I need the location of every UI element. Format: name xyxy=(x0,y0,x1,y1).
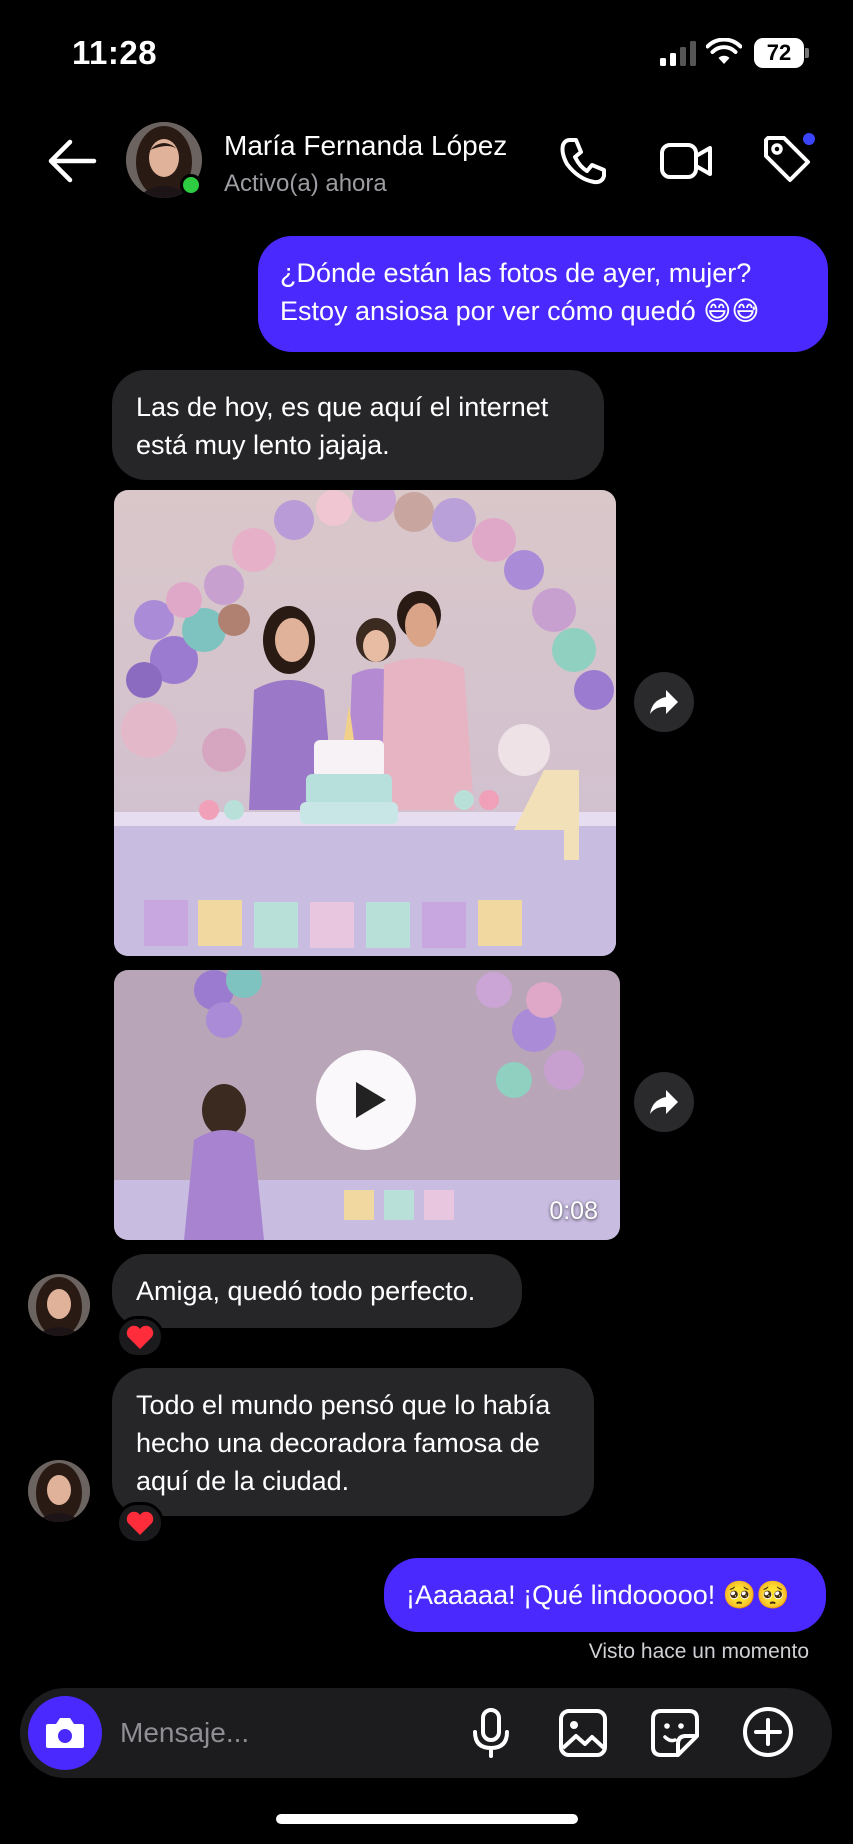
sender-avatar[interactable] xyxy=(28,1274,90,1336)
message-composer xyxy=(20,1688,832,1778)
play-button[interactable] xyxy=(316,1050,416,1150)
camera-icon xyxy=(46,1718,84,1748)
video-camera-icon[interactable] xyxy=(658,136,714,186)
phone-icon[interactable] xyxy=(556,134,610,188)
notification-dot xyxy=(800,130,818,148)
heart-icon xyxy=(126,1511,154,1535)
online-indicator xyxy=(180,174,202,196)
heart-reaction[interactable] xyxy=(116,1316,164,1358)
play-icon xyxy=(356,1082,386,1118)
message-incoming[interactable]: Amiga, quedó todo perfecto. xyxy=(112,1254,522,1328)
sticker-icon[interactable] xyxy=(648,1706,702,1760)
share-button[interactable] xyxy=(634,672,694,732)
battery-icon: 72 xyxy=(754,38,810,68)
share-arrow-icon xyxy=(650,690,678,714)
message-outgoing[interactable]: ¡Aaaaaa! ¡Qué lindooooo! 🥺🥺 xyxy=(384,1558,826,1632)
avatar-photo xyxy=(28,1460,90,1522)
avatar-photo xyxy=(28,1274,90,1336)
cellular-signal-icon xyxy=(660,41,696,66)
gallery-icon[interactable] xyxy=(556,1706,610,1760)
plus-icon[interactable] xyxy=(740,1704,796,1760)
video-attachment[interactable]: 0:08 xyxy=(114,970,620,1240)
sender-avatar[interactable] xyxy=(28,1460,90,1522)
battery-level: 72 xyxy=(766,40,792,65)
wifi-icon xyxy=(706,38,742,64)
microphone-icon[interactable] xyxy=(464,1706,518,1760)
chat-header: María Fernanda López Activo(a) ahora xyxy=(0,100,853,220)
tag-button[interactable] xyxy=(758,130,818,190)
status-time: 11:28 xyxy=(72,34,158,71)
share-button[interactable] xyxy=(634,1072,694,1132)
party-photo xyxy=(114,490,616,956)
contact-name[interactable]: María Fernanda López xyxy=(224,130,507,162)
back-arrow-icon[interactable] xyxy=(44,136,100,186)
share-arrow-icon xyxy=(650,1090,678,1114)
contact-avatar[interactable] xyxy=(126,122,204,200)
video-duration: 0:08 xyxy=(549,1197,598,1225)
status-bar: 11:28 72 xyxy=(0,0,853,100)
contact-status: Activo(a) ahora xyxy=(224,170,387,197)
message-incoming[interactable]: Todo el mundo pensó que lo había hecho u… xyxy=(112,1368,594,1516)
message-incoming[interactable]: Las de hoy, es que aquí el internet está… xyxy=(112,370,604,480)
message-input[interactable] xyxy=(120,1710,420,1756)
heart-reaction[interactable] xyxy=(116,1502,164,1544)
photo-attachment[interactable] xyxy=(114,490,616,956)
message-outgoing[interactable]: ¿Dónde están las fotos de ayer, mujer? E… xyxy=(258,236,828,352)
seen-status: Visto hace un momento xyxy=(588,1640,809,1663)
home-indicator[interactable] xyxy=(276,1814,578,1824)
heart-icon xyxy=(126,1325,154,1349)
camera-button[interactable] xyxy=(28,1696,102,1770)
